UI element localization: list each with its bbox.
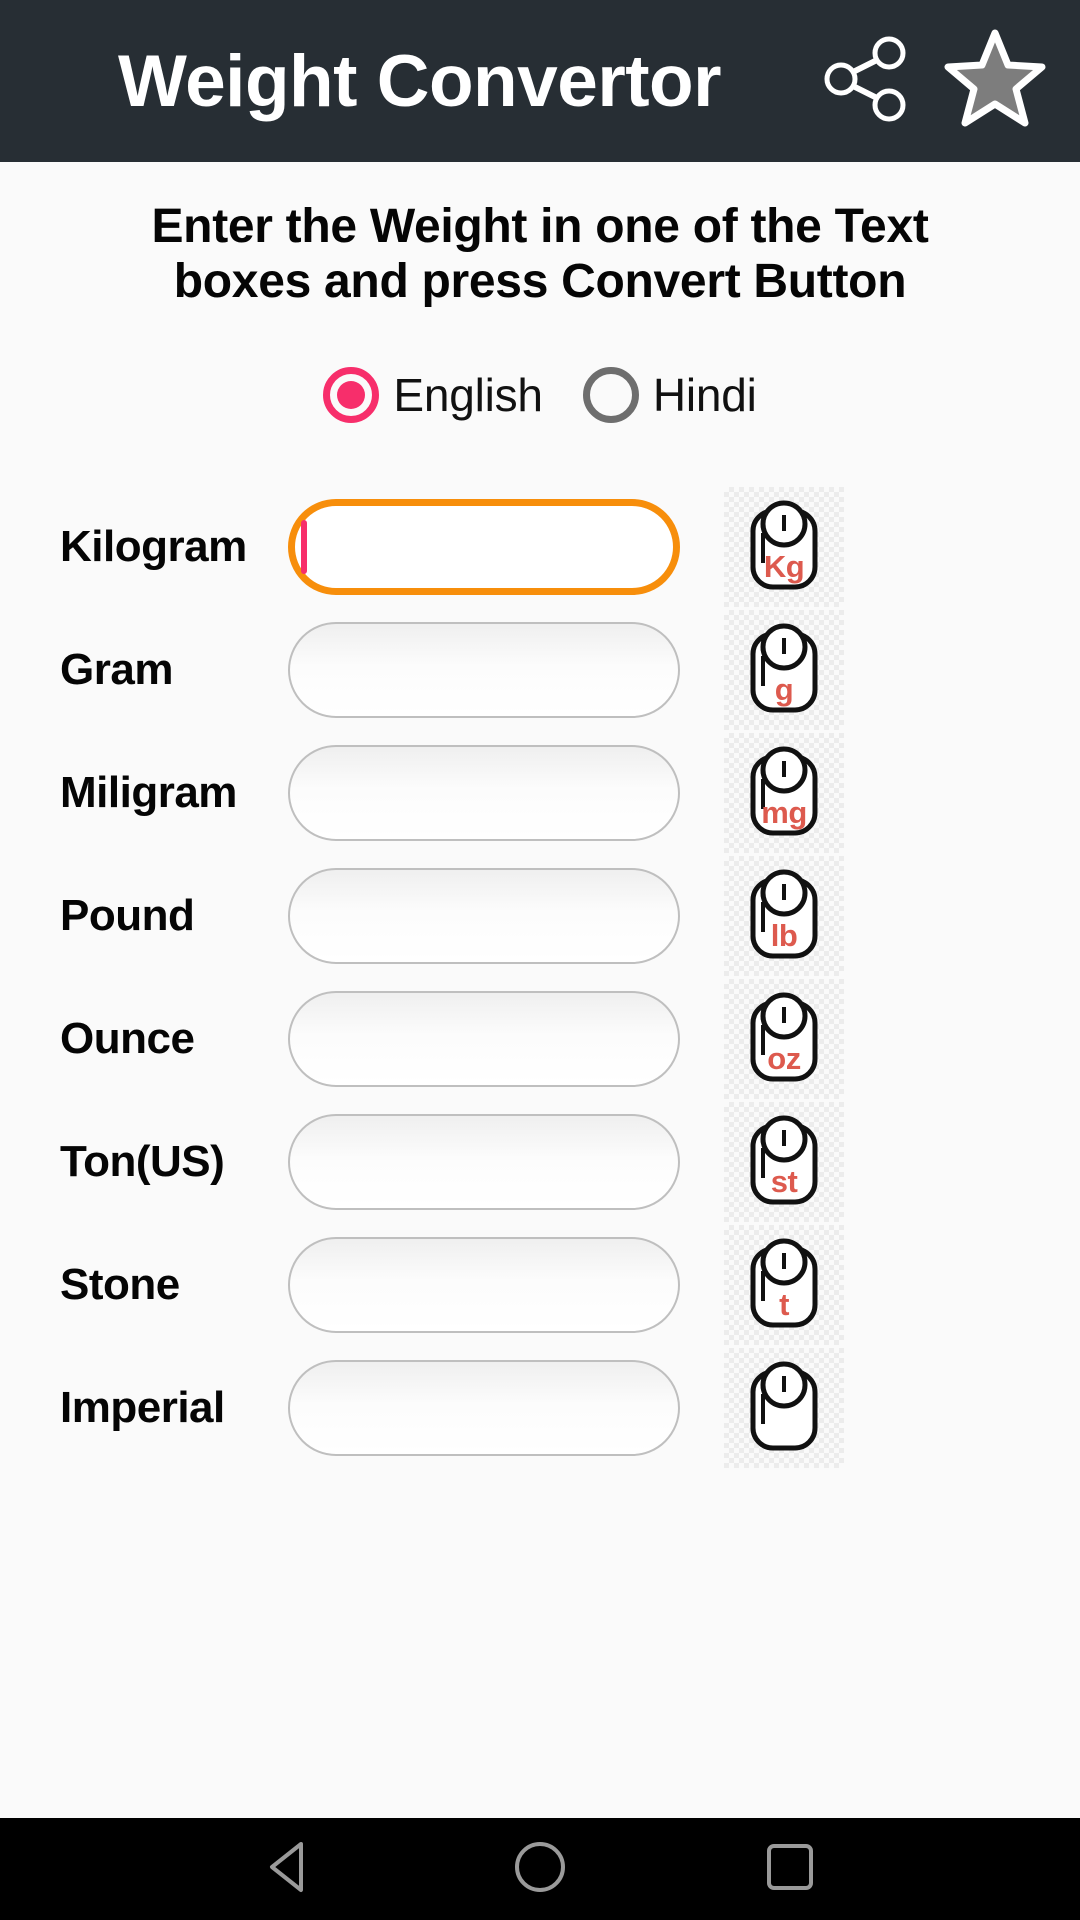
share-button[interactable] <box>812 26 922 136</box>
row-miligram: Miligram mg <box>0 731 1080 854</box>
recents-square-icon <box>759 1836 821 1903</box>
row-gram: Gram g <box>0 608 1080 731</box>
radio-label-english: English <box>393 369 543 422</box>
row-imperial: Imperial <box>0 1346 1080 1469</box>
row-pound: Pound lb <box>0 854 1080 977</box>
android-back-button[interactable] <box>245 1824 335 1914</box>
scale-icon-gram: g <box>724 609 844 730</box>
scale-icon-miligram: mg <box>724 732 844 853</box>
input-ounce[interactable] <box>288 990 680 1087</box>
input-gram[interactable] <box>288 621 680 718</box>
android-recents-button[interactable] <box>745 1824 835 1914</box>
unit-label-imperial: Imperial <box>60 1382 225 1432</box>
row-ounce: Ounce oz <box>0 977 1080 1100</box>
radio-option-english[interactable]: English <box>323 367 543 424</box>
home-circle-icon <box>509 1836 571 1903</box>
input-ton-us[interactable] <box>288 1113 680 1210</box>
input-kilogram[interactable] <box>288 498 680 595</box>
radio-label-hindi: Hindi <box>652 369 757 422</box>
unit-label-pound: Pound <box>60 890 195 940</box>
conversion-rows: Kilogram Kg Gram g Miligram mg Pound lb … <box>0 485 1080 1469</box>
scale-icon-ounce: oz <box>724 978 844 1099</box>
page-title: Weight Convertor <box>118 40 722 122</box>
radio-option-hindi[interactable]: Hindi <box>582 367 757 424</box>
unit-label-gram: Gram <box>60 644 173 694</box>
input-pound[interactable] <box>288 867 680 964</box>
radio-button-hindi-unselected[interactable] <box>582 367 639 424</box>
unit-label-kilogram: Kilogram <box>60 521 247 571</box>
favorite-button[interactable] <box>940 26 1050 136</box>
scale-icon-ton-us: st <box>724 1101 844 1222</box>
main-content: Enter the Weight in one of the Text boxe… <box>0 162 1080 1818</box>
language-radio-group: English Hindi <box>0 367 1080 424</box>
unit-label-ton-us: Ton(US) <box>60 1136 225 1186</box>
input-imperial[interactable] <box>288 1359 680 1456</box>
star-icon <box>943 27 1047 136</box>
app-header: Weight Convertor <box>0 0 1080 162</box>
input-stone[interactable] <box>288 1236 680 1333</box>
back-triangle-icon <box>259 1836 321 1903</box>
scale-icon-stone: t <box>724 1224 844 1345</box>
row-kilogram: Kilogram Kg <box>0 485 1080 608</box>
radio-button-english-selected[interactable] <box>323 367 380 424</box>
android-navigation-bar <box>0 1818 1080 1920</box>
scale-icon-imperial <box>724 1347 844 1468</box>
android-home-button[interactable] <box>495 1824 585 1914</box>
app-root: Weight Convertor Enter the Weight in one… <box>0 0 1080 1920</box>
instruction-text: Enter the Weight in one of the Text boxe… <box>151 200 929 308</box>
unit-label-miligram: Miligram <box>60 767 237 817</box>
scale-icon-kilogram: Kg <box>724 486 844 607</box>
scale-icon-pound: lb <box>724 855 844 976</box>
row-ton-us: Ton(US) st <box>0 1100 1080 1223</box>
header-actions <box>812 0 1050 162</box>
share-icon <box>819 31 915 132</box>
input-miligram[interactable] <box>288 744 680 841</box>
row-stone: Stone t <box>0 1223 1080 1346</box>
text-caret <box>301 519 307 574</box>
unit-label-stone: Stone <box>60 1259 180 1309</box>
unit-label-ounce: Ounce <box>60 1013 195 1063</box>
